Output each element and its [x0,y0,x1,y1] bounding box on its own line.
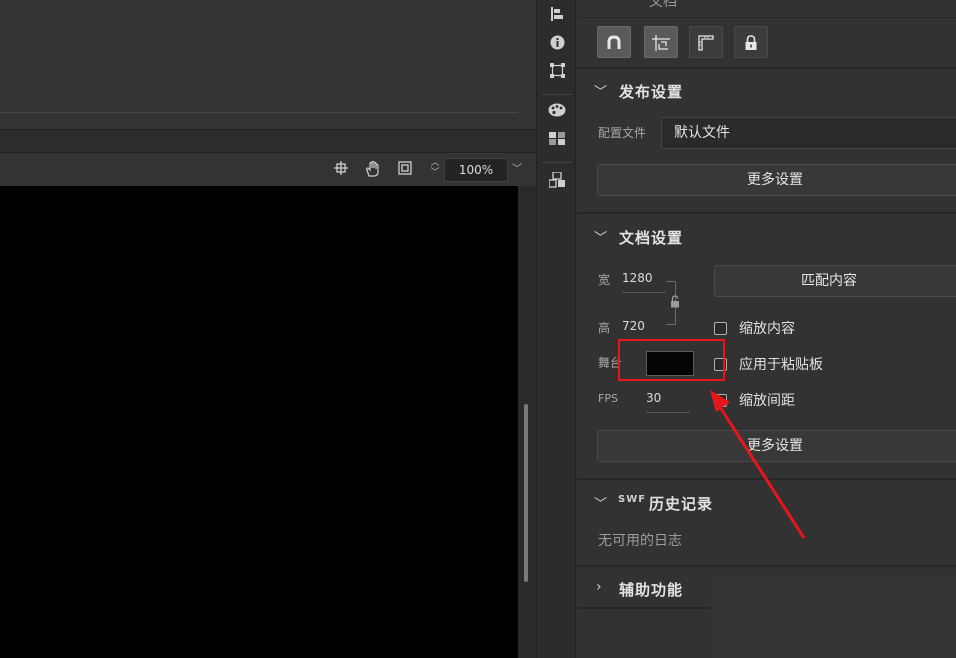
field-underline [646,412,690,413]
stage-canvas[interactable] [0,186,518,658]
width-label: 宽 [598,273,611,287]
section-title: 辅助功能 [619,581,684,599]
height-label: 高 [598,321,611,335]
fps-label: FPS [598,392,618,405]
app-window: ︿ ﹀ 100% ﹀ 文档 ﹀ 发布设置 配置文件 默认文件 更多设置 ﹀ 文档… [0,0,956,658]
scrollbar-thumb[interactable] [524,404,528,582]
zoom-stepper[interactable]: ︿ ﹀ [428,158,442,182]
divider [577,565,956,567]
vertical-scrollbar[interactable] [518,186,536,658]
chevron-down-icon[interactable]: ﹀ [508,158,526,182]
align-icon[interactable] [547,7,567,27]
rulers-button[interactable] [689,26,723,58]
swf-tag: SWF [618,494,647,505]
hand-icon[interactable] [364,160,382,179]
divider [577,212,956,214]
snap-to-objects-button[interactable] [597,26,631,58]
chevron-down-icon: ﹀ [594,231,608,246]
info-icon[interactable] [547,35,567,55]
publish-more-settings-button[interactable]: 更多设置 [597,164,956,196]
crosshair-icon[interactable] [332,161,350,179]
annotation-highlight-box [618,339,725,381]
frame-icon[interactable] [396,161,414,179]
properties-panel: 文档 ﹀ 发布设置 配置文件 默认文件 更多设置 ﹀ 文档设置 宽 1280 高… [577,0,956,658]
chevron-down-icon: ﹀ [594,85,608,100]
divider [542,162,572,163]
stage-toolbar: ︿ ﹀ 100% ﹀ [0,153,536,186]
unlock-icon[interactable] [670,295,682,309]
divider [577,607,711,609]
divider [542,94,572,95]
document-settings-header[interactable]: ﹀ 文档设置 [577,223,956,253]
chevron-right-icon: › [596,579,602,595]
panel-partial-title: 文档 [649,0,677,10]
checkbox-label: 应用于粘贴板 [739,357,823,373]
zoom-input[interactable]: 100% [444,158,508,182]
snap-guide-icon [652,33,670,51]
swatches-icon[interactable] [547,131,567,151]
ruler-icon [698,33,714,51]
chevron-down-icon: ﹀ [594,497,608,512]
fps-field[interactable]: 30 [646,391,661,407]
snap-guides-button[interactable] [644,26,678,58]
profile-dropdown[interactable]: 默认文件 [661,117,956,149]
divider [0,112,518,113]
match-contents-button[interactable]: 匹配内容 [714,265,956,297]
divider [577,67,956,69]
section-title: 文档设置 [619,229,684,247]
lock-icon [744,33,758,51]
lock-guides-button[interactable] [734,26,768,58]
document-tabstrip [0,131,536,153]
timeline-area [0,0,536,131]
divider [577,17,956,18]
profile-label: 配置文件 [598,126,647,140]
transform-icon[interactable] [547,63,567,83]
library-icon[interactable] [547,171,567,192]
checkbox-label: 缩放内容 [739,321,795,337]
palette-icon[interactable] [547,103,567,123]
section-title: 发布设置 [619,83,684,101]
height-field[interactable]: 720 [622,319,645,335]
scale-content-checkbox[interactable] [714,322,727,335]
publish-settings-header[interactable]: ﹀ 发布设置 [577,77,956,107]
width-field[interactable]: 1280 [622,271,653,287]
annotation-arrow [710,390,806,539]
panel-icon-column [536,0,576,658]
field-underline [622,292,666,293]
empty-log-text: 无可用的日志 [598,533,682,549]
panel-background [711,575,956,658]
magnet-icon [606,33,622,51]
